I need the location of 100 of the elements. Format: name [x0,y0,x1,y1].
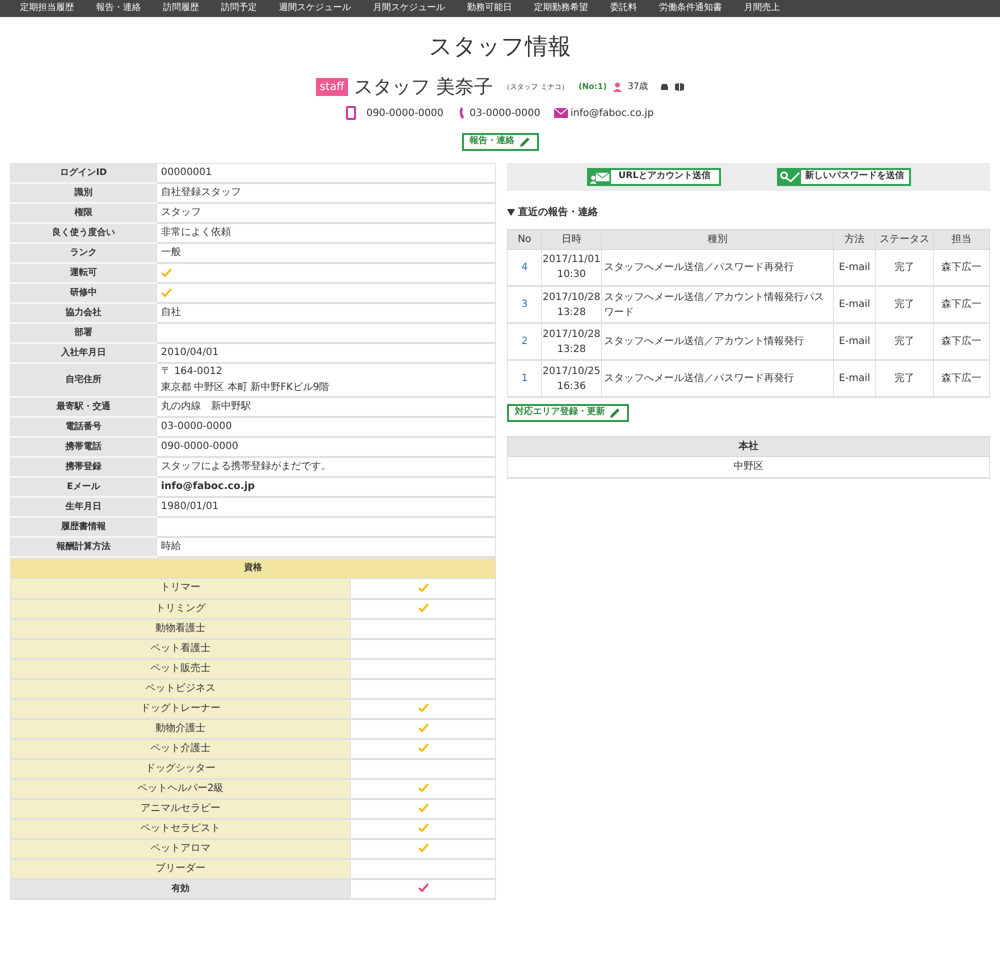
check-icon [418,843,428,852]
nav-link[interactable]: 勤務可能日 [467,2,512,16]
field-label: 運転可 [10,263,156,283]
check-icon [418,603,428,612]
field-value: 1980/01/01 [156,497,496,517]
section-heading: 直近の報告・連絡 [518,206,598,220]
page-title: スタッフ情報 [429,33,571,61]
qualification-name: ブリーダー [10,858,350,878]
report-time: 13:28 [556,342,587,356]
report-method: E-mail [834,286,876,323]
nav-link[interactable]: 定期勤務希望 [534,2,588,16]
report-status: 完了 [876,286,934,323]
qualification-name: ペットセラピスト [10,818,350,838]
nav-link[interactable]: 定期担当履歴 [20,2,74,16]
check-icon [418,823,428,832]
column-header: ステータス [876,229,934,249]
report-button[interactable]: 報告・連絡 [462,132,538,150]
staff-name: スタッフ 美奈子 [354,75,494,100]
report-link[interactable]: 1 [521,373,528,384]
report-method: E-mail [834,360,876,397]
qualification-name: ドッグトレーナー [10,698,350,718]
check-icon [418,803,428,812]
send-button[interactable]: URLとアカウント送信 [586,168,720,186]
car-icon [660,83,670,92]
field-value: 090-0000-0000 [156,437,496,457]
field-label: ランク [10,243,156,263]
report-status: 完了 [876,360,934,397]
field-label: 報酬計算方法 [10,537,156,557]
field-value: 03-0000-0000 [156,417,496,437]
report-time: 13:28 [556,306,587,320]
field-value: スタッフによる携帯登録がまだです。 [156,457,496,477]
nav-link[interactable]: 訪問履歴 [163,2,199,16]
qualification-name: 動物看護士 [10,618,350,638]
field-label: ログインID [10,163,156,183]
field-label: 最寄駅・交通 [10,397,156,417]
field-label: 有効 [10,878,350,898]
report-method: E-mail [834,323,876,360]
qualification-name: ペットアロマ [10,838,350,858]
area-update-button[interactable]: 対応エリア登録・更新 [507,404,629,422]
field-label: Eメール [10,477,156,497]
field-label: 携帯電話 [10,437,156,457]
report-link[interactable]: 4 [521,262,528,273]
staff-badge: staff [316,78,348,96]
address-line: 〒 164-0012 [161,365,224,379]
nav-link[interactable]: 訪問予定 [221,2,257,16]
column-header: 種別 [602,229,834,249]
report-staff: 森下広一 [934,323,990,360]
check-icon [418,743,428,752]
report-status: 完了 [876,323,934,360]
qualification-name: ペットビジネス [10,678,350,698]
nav-link[interactable]: 月間スケジュール [373,2,445,16]
check-icon [418,783,428,792]
qualification-name: ドッグシッター [10,758,350,778]
field-label: 部署 [10,323,156,343]
field-label: 電話番号 [10,417,156,437]
person-icon [612,82,622,92]
mail-icon [554,108,568,118]
report-link[interactable]: 3 [521,299,528,310]
field-label: 識別 [10,183,156,203]
qualification-name: トリマー [10,578,350,598]
area-name: 中野区 [508,456,990,478]
column-header: No [508,229,542,249]
check-icon [161,288,172,297]
field-value: info@faboc.co.jp [156,477,496,497]
field-value: 非常によく依頼 [156,223,496,243]
column-header: 担当 [934,229,990,249]
check-icon [418,703,428,712]
field-value: 丸の内線 新中野駅 [156,397,496,417]
send-button[interactable]: 新しいパスワードを送信 [776,168,910,186]
report-date: 2017/11/01 [542,253,601,268]
collapse-triangle-icon[interactable] [507,208,515,216]
mobile-phone-icon [346,106,356,120]
field-label: 協力会社 [10,303,156,323]
staff-number: (No:1) [578,81,607,94]
field-value: スタッフ [156,203,496,223]
field-label: 研修中 [10,283,156,303]
field-label: 携帯登録 [10,457,156,477]
pencil-icon [518,136,530,148]
field-value: 00000001 [156,163,496,183]
staff-age: 37歳 [628,80,648,94]
nav-link[interactable]: 委託料 [610,2,637,16]
check-icon [418,583,428,592]
nav-link[interactable]: 労働条件通知書 [659,2,722,16]
report-method: E-mail [834,249,876,286]
column-header: 日時 [542,229,602,249]
book-icon [675,83,684,92]
nav-link[interactable]: 報告・連絡 [96,2,141,16]
qualification-name: ペット看護士 [10,638,350,658]
nav-link[interactable]: 月間売上 [744,2,780,16]
report-status: 完了 [876,249,934,286]
email-address: info@faboc.co.jp [570,106,654,120]
field-label: 自宅住所 [10,363,156,397]
phone-number: 03-0000-0000 [470,106,540,120]
nav-link[interactable]: 週間スケジュール [279,2,351,16]
field-value: 一般 [156,243,496,263]
report-date: 2017/10/28 [542,290,601,304]
field-label: 履歴書情報 [10,517,156,537]
report-date: 2017/10/25 [542,364,601,378]
check-icon [161,268,172,277]
report-link[interactable]: 2 [521,336,528,347]
